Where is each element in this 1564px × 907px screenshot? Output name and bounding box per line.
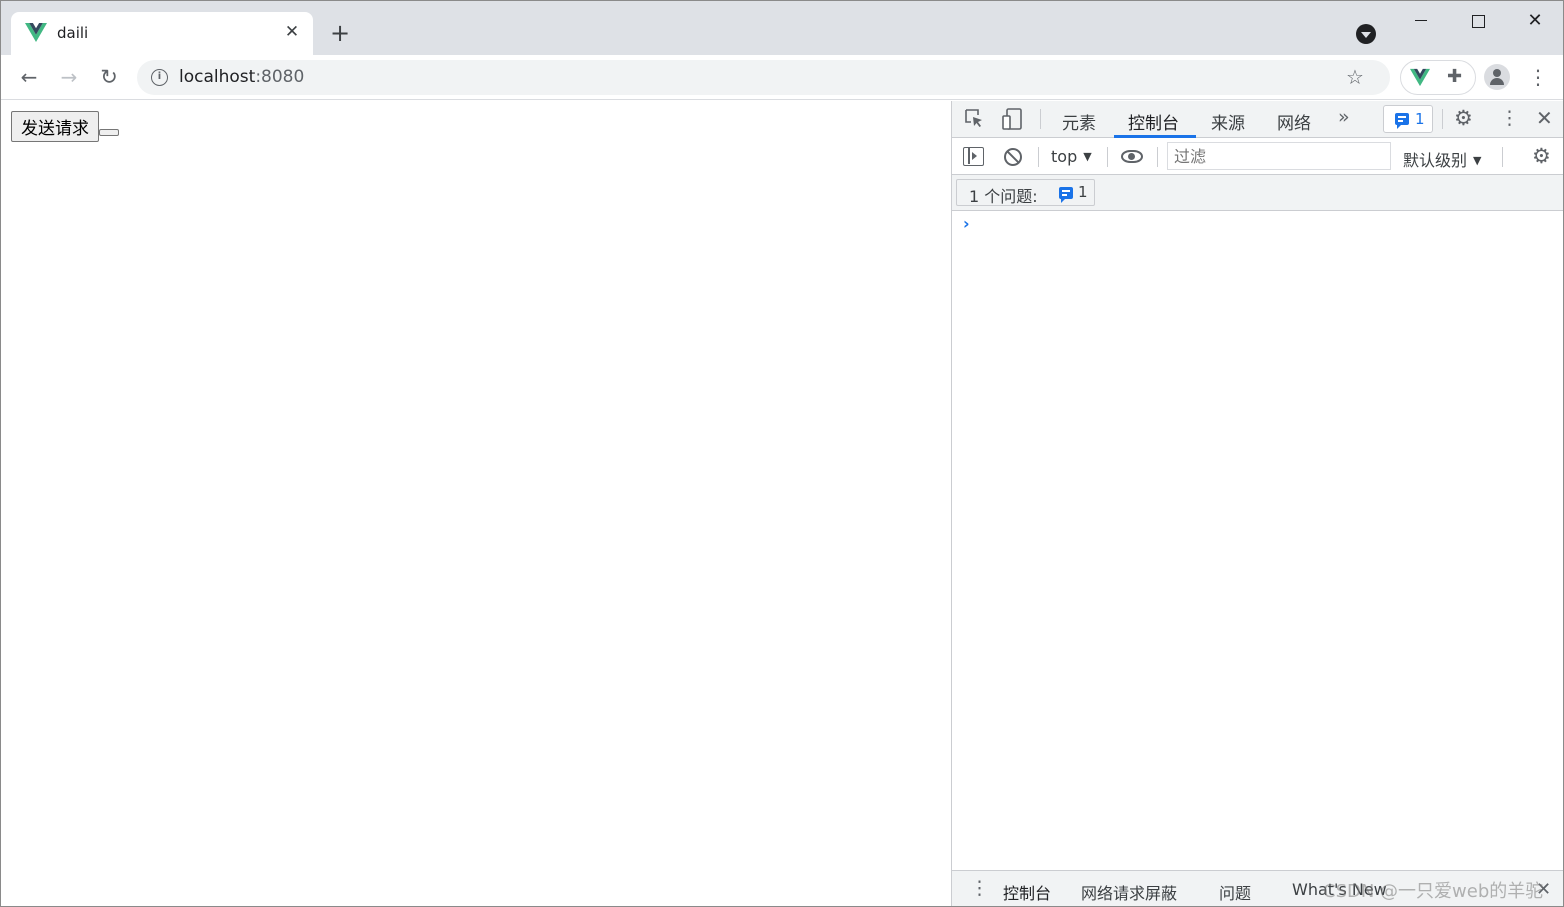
context-label: top — [1051, 147, 1078, 166]
url-host: localhost — [179, 67, 256, 87]
toolbar-divider — [1442, 109, 1443, 129]
maximize-button[interactable] — [1466, 9, 1490, 33]
empty-button[interactable] — [99, 129, 119, 136]
extensions-group: ✚ — [1400, 60, 1476, 95]
chevron-down-icon: ▼ — [1083, 150, 1092, 163]
console-settings-gear-icon[interactable]: ⚙ — [1532, 144, 1551, 168]
browser-menu-icon[interactable]: ⋮ — [1528, 64, 1548, 90]
tab-console[interactable]: 控制台 — [1128, 109, 1179, 134]
browser-toolbar: ← → ↻ i localhost:8080 ☆ ✚ ⋮ — [1, 55, 1563, 100]
toolbar-divider — [1040, 109, 1041, 129]
tab-network[interactable]: 网络 — [1277, 109, 1311, 134]
tab-search-icon[interactable] — [1356, 24, 1376, 44]
send-request-button[interactable]: 发送请求 — [11, 111, 99, 142]
drawer-tab-network-blocking[interactable]: 网络请求屏蔽 — [1081, 880, 1177, 904]
drawer-tab-console[interactable]: 控制台 — [1003, 880, 1051, 904]
watermark: CSDN @一只爱web的羊驼 — [1323, 881, 1544, 902]
settings-gear-icon[interactable]: ⚙ — [1454, 106, 1473, 130]
new-tab-button[interactable]: + — [327, 21, 353, 47]
url-port: :8080 — [255, 67, 305, 87]
device-toolbar-icon[interactable] — [1002, 108, 1022, 130]
toolbar-divider — [1502, 147, 1503, 167]
context-selector[interactable]: top ▼ — [1051, 147, 1092, 166]
close-devtools-icon[interactable]: ✕ — [1536, 106, 1553, 130]
browser-tab[interactable]: daili ✕ — [11, 12, 313, 55]
issues-bar: 1 个问题: 1 — [952, 175, 1563, 211]
live-expression-eye-icon[interactable] — [1121, 150, 1143, 163]
site-info-icon[interactable]: i — [151, 69, 168, 86]
devtools-tab-bar: 元素 控制台 来源 网络 » 1 ⚙ ⋮ ✕ — [952, 101, 1563, 138]
issue-message-icon — [1395, 113, 1409, 129]
tab-strip: daili ✕ + ✕ — [1, 1, 1563, 55]
issues-counter-button[interactable]: 1 — [1383, 105, 1433, 133]
inspect-element-icon[interactable] — [965, 109, 984, 128]
toolbar-divider — [1038, 147, 1039, 167]
drawer-menu-icon[interactable]: ⋮ — [970, 877, 989, 899]
vue-devtools-extension-icon[interactable] — [1410, 68, 1430, 88]
tab-sources[interactable]: 来源 — [1211, 109, 1245, 134]
console-filter-input[interactable] — [1167, 142, 1391, 170]
reload-icon[interactable]: ↻ — [96, 64, 122, 90]
extensions-puzzle-icon[interactable]: ✚ — [1447, 66, 1462, 87]
back-arrow-icon[interactable]: ← — [16, 64, 42, 90]
tab-elements[interactable]: 元素 — [1062, 109, 1096, 134]
devtools-panel: 元素 控制台 来源 网络 » 1 ⚙ ⋮ ✕ top ▼ 默认级别 ▼ — [951, 101, 1563, 906]
bookmark-star-icon[interactable]: ☆ — [1346, 65, 1364, 89]
page-content: 发送请求 — [1, 101, 951, 906]
issues-count: 1 — [1415, 110, 1425, 128]
tab-title: daili — [57, 24, 89, 42]
forward-arrow-icon[interactable]: → — [56, 64, 82, 90]
toolbar-divider — [1107, 147, 1108, 167]
console-toolbar: top ▼ 默认级别 ▼ ⚙ — [952, 138, 1563, 175]
address-bar[interactable]: i localhost:8080 ☆ — [137, 60, 1390, 95]
chevron-down-icon: ▼ — [1473, 154, 1482, 167]
devtools-menu-icon[interactable]: ⋮ — [1500, 107, 1519, 129]
browser-window: daili ✕ + ✕ ← → ↻ i localhost:8080 ☆ ✚ ⋮… — [0, 0, 1564, 907]
issues-link[interactable]: 1 个问题: 1 — [956, 179, 1095, 206]
levels-label: 默认级别 — [1403, 151, 1468, 170]
drawer-tab-issues[interactable]: 问题 — [1219, 880, 1251, 904]
issue-message-icon — [1059, 187, 1073, 203]
vue-logo-icon — [25, 23, 47, 42]
minimize-button[interactable] — [1409, 9, 1433, 33]
more-tabs-icon[interactable]: » — [1338, 106, 1350, 128]
issues-bar-count: 1 — [1078, 183, 1088, 201]
address-url[interactable]: localhost:8080 — [179, 67, 304, 87]
issues-text: 1 个问题: — [969, 187, 1038, 206]
tab-close-icon[interactable]: ✕ — [282, 22, 302, 42]
show-sidebar-icon[interactable] — [963, 147, 984, 166]
toolbar-divider — [1157, 147, 1158, 167]
console-prompt-icon[interactable]: › — [963, 214, 970, 233]
clear-console-icon[interactable] — [1004, 148, 1022, 166]
window-close-button[interactable]: ✕ — [1523, 9, 1547, 33]
profile-avatar-icon[interactable] — [1484, 64, 1510, 90]
log-levels-dropdown[interactable]: 默认级别 ▼ — [1403, 147, 1481, 171]
